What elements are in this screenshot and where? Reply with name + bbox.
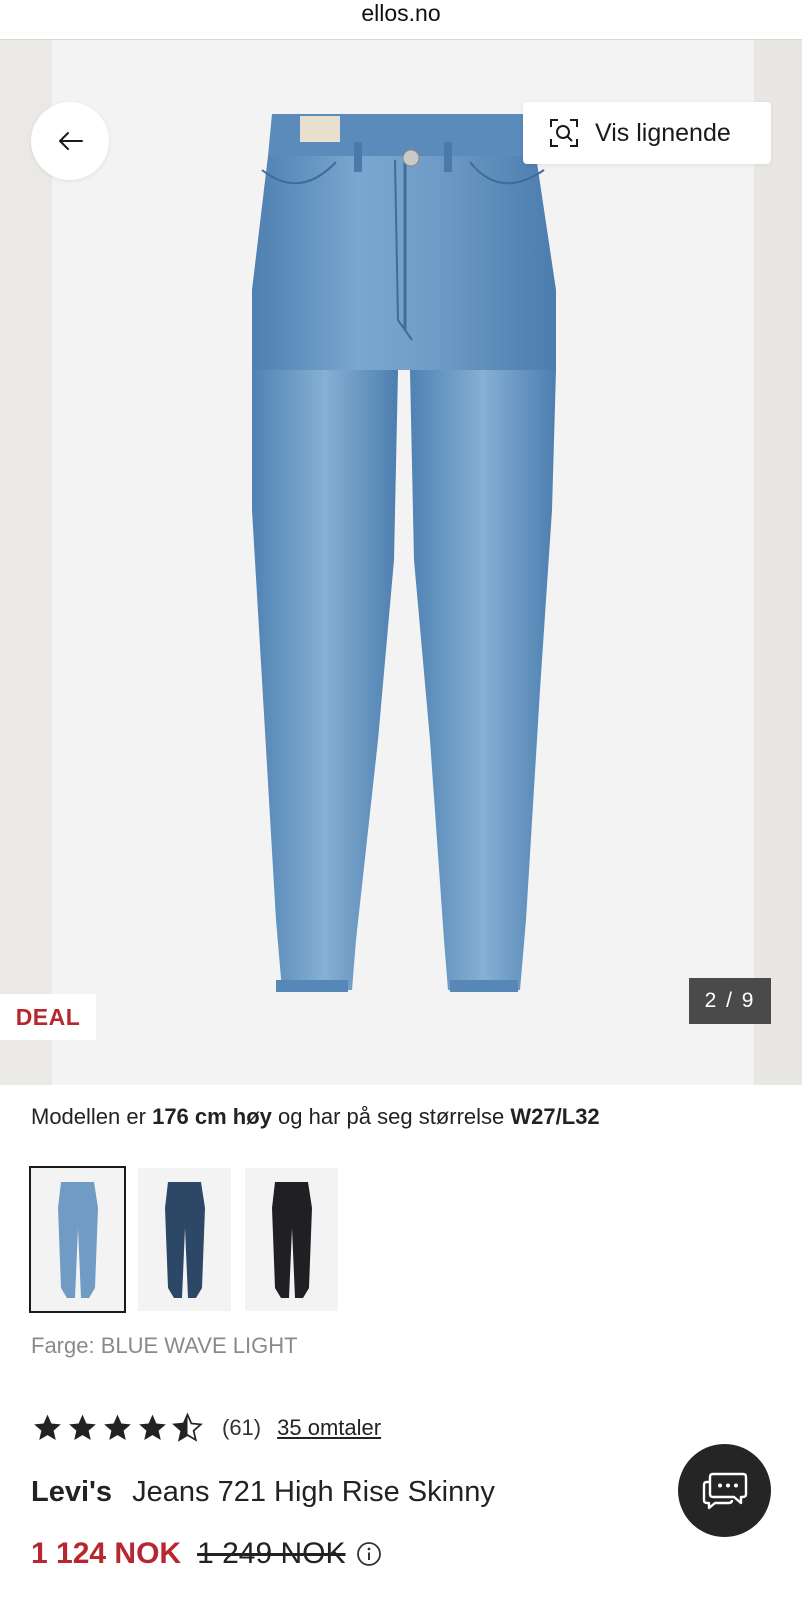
original-price: 1 249 NOK (197, 1537, 346, 1570)
product-name: Jeans 721 High Rise Skinny (132, 1476, 495, 1508)
variant-jeans-image (272, 1182, 312, 1298)
product-image-jeans (252, 114, 556, 992)
model-info-middle: og har på seg størrelse (278, 1104, 505, 1129)
product-image-gallery[interactable]: Vis lignende DEAL 2 / 9 (0, 40, 802, 1085)
image-counter-text: 2 / 9 (704, 989, 756, 1012)
chat-bubbles-icon (702, 1472, 747, 1509)
star-rating (31, 1412, 204, 1444)
model-size: W27/L32 (510, 1104, 600, 1129)
star-full-icon (139, 1414, 166, 1440)
rating-count: (61) (222, 1415, 262, 1440)
star-full-icon (69, 1414, 96, 1440)
deal-badge-text: DEAL (15, 1003, 81, 1030)
rating-row: (61) 35 omtaler (31, 1412, 381, 1444)
url-text: ellos.no (361, 0, 441, 26)
deal-badge: DEAL (0, 994, 96, 1040)
variant-thumb-black[interactable] (245, 1168, 338, 1311)
browser-url-bar[interactable]: ellos.no (0, 0, 802, 40)
star-full-icon (104, 1414, 131, 1440)
star-full-icon (34, 1414, 61, 1440)
product-brand[interactable]: Levi's (31, 1476, 112, 1508)
variant-thumb-light-blue[interactable] (29, 1166, 126, 1313)
price-row: 1 124 NOK 1 249 NOK (31, 1537, 382, 1571)
info-icon (356, 1542, 381, 1566)
model-info: Modellen er 176 cm høy og har på seg stø… (31, 1104, 600, 1130)
variant-jeans-image (165, 1182, 205, 1298)
variant-thumb-dark-blue[interactable] (138, 1168, 231, 1311)
selected-color-label: Farge: BLUE WAVE LIGHT (31, 1333, 298, 1358)
model-info-prefix: Modellen er (31, 1104, 146, 1129)
reviews-link[interactable]: 35 omtaler (277, 1415, 381, 1441)
variant-jeans-image (58, 1182, 98, 1298)
back-button[interactable] (31, 102, 109, 180)
show-similar-label: Vis lignende (595, 118, 731, 147)
show-similar-button[interactable]: Vis lignende (523, 102, 771, 164)
current-price: 1 124 NOK (31, 1537, 182, 1570)
star-half-icon (172, 1412, 203, 1442)
visual-search-icon (550, 119, 578, 147)
chat-button[interactable] (678, 1444, 771, 1537)
image-counter: 2 / 9 (689, 978, 771, 1024)
arrow-left-icon (59, 132, 83, 150)
product-title: Levi's Jeans 721 High Rise Skinny (31, 1476, 495, 1509)
color-variant-list (29, 1166, 338, 1313)
model-height: 176 cm høy (152, 1104, 272, 1129)
price-info-button[interactable] (356, 1541, 382, 1567)
